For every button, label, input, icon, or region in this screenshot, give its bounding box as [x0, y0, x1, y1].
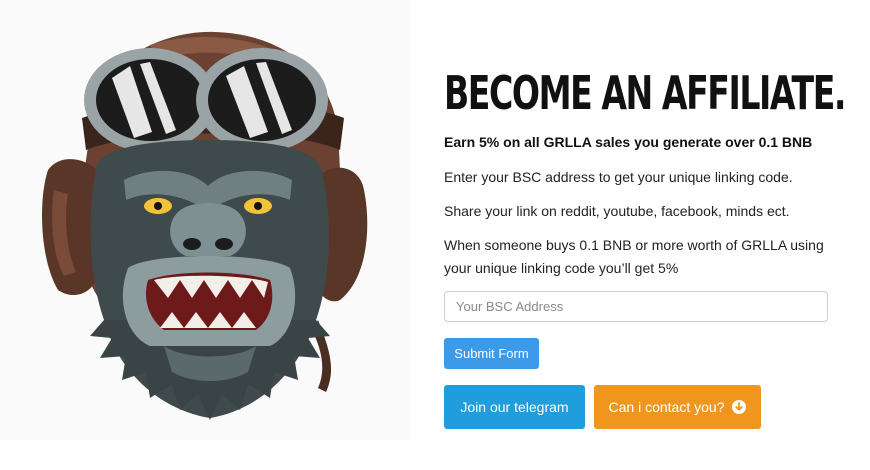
- gorilla-aviator-image: [42, 31, 368, 420]
- earnings-lead-text: Earn 5% on all GRLLA sales you generate …: [444, 134, 813, 150]
- join-telegram-button[interactable]: Join our telegram: [444, 385, 585, 429]
- instruction-text-2: Share your link on reddit, youtube, face…: [444, 203, 790, 219]
- page-title: BECOME AN AFFILIATE.: [444, 66, 846, 120]
- arrow-circle-down-icon: [732, 400, 747, 414]
- join-telegram-label: Join our telegram: [460, 399, 569, 415]
- instruction-text-1: Enter your BSC address to get your uniqu…: [444, 169, 793, 185]
- hero-illustration: [0, 0, 420, 470]
- submit-form-button[interactable]: Submit Form: [444, 338, 539, 369]
- contact-button[interactable]: Can i contact you?: [594, 385, 761, 429]
- contact-button-label: Can i contact you?: [608, 399, 725, 415]
- bsc-address-input[interactable]: [444, 291, 828, 322]
- instruction-text-3: When someone buys 0.1 BNB or more worth …: [444, 237, 824, 276]
